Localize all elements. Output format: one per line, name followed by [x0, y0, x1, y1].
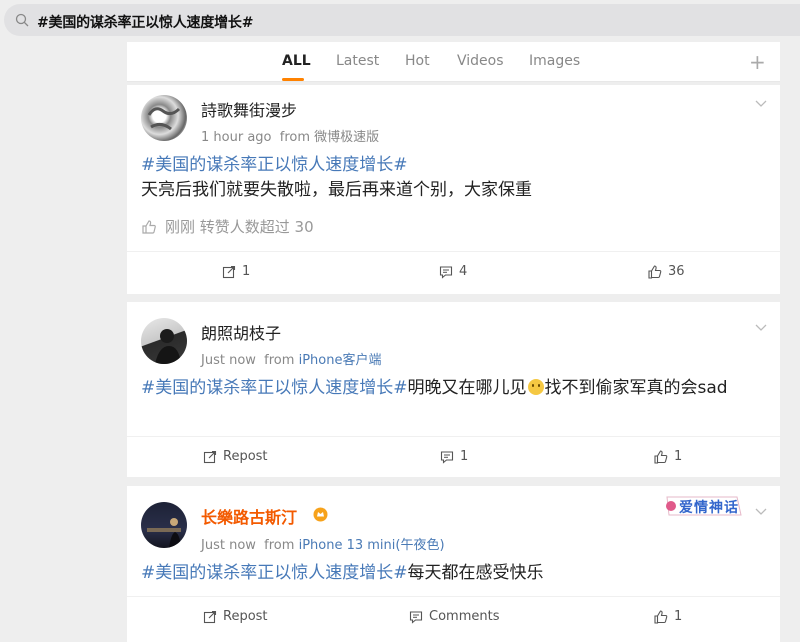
chevron-down-icon[interactable] [755, 508, 767, 516]
post-card: 朗照胡枝子 Just now from iPhone客户端 #美国的谋杀率正以惊… [127, 302, 780, 477]
thumbs-up-icon [648, 264, 662, 279]
repost-icon [222, 265, 236, 278]
search-input[interactable]: #美国的谋杀率正以惊人速度增长# [37, 12, 253, 32]
like-notice-text: 刚刚 转赞人数超过 30 [165, 218, 314, 236]
action-bar: Repost 1 1 [127, 436, 780, 476]
from-label: from [264, 353, 295, 368]
chevron-down-icon[interactable] [755, 324, 767, 332]
search-bar[interactable]: #美国的谋杀率正以惊人速度增长# [4, 4, 800, 36]
post-time: Just now [201, 538, 256, 553]
post-body-continued: 找不到偷家军真的会sad [544, 378, 728, 398]
repost-button[interactable]: 1 [222, 264, 250, 279]
comment-icon [440, 450, 454, 464]
like-count: 36 [668, 264, 685, 279]
tab-videos[interactable]: Videos [457, 53, 504, 69]
repost-button[interactable]: Repost [203, 449, 268, 464]
action-bar: Repost Comments 1 [127, 596, 780, 636]
comment-button[interactable]: 4 [439, 264, 467, 279]
repost-button[interactable]: Repost [203, 609, 268, 624]
post-body: 每天都在感受快乐 [407, 563, 544, 583]
repost-icon [203, 610, 217, 623]
comment-label: Comments [429, 609, 500, 624]
tab-latest[interactable]: Latest [336, 53, 379, 69]
post-meta: Just now from iPhone 13 mini(午夜色) [201, 534, 445, 553]
avatar[interactable] [141, 95, 187, 141]
like-button[interactable]: 36 [648, 264, 685, 279]
emoji-icon [527, 379, 544, 395]
post-source: iPhone客户端 [298, 353, 382, 368]
comment-icon [439, 265, 453, 279]
comment-count: 4 [459, 264, 468, 279]
post-card: 詩歌舞街漫步 1 hour ago from 微博极速版 #美国的谋杀率正以惊人… [127, 85, 780, 294]
comment-icon [409, 610, 423, 624]
comment-button[interactable]: 1 [440, 449, 468, 464]
post-text: #美国的谋杀率正以惊人速度增长# 天亮后我们就要失散啦，最后再来道个别，大家保重 [141, 153, 761, 203]
from-label: from [279, 130, 311, 145]
like-button[interactable]: 1 [654, 449, 682, 464]
tab-all[interactable]: ALL [282, 53, 311, 69]
tab-hot[interactable]: Hot [405, 53, 430, 69]
hashtag-link[interactable]: #美国的谋杀率正以惊人速度增长# [141, 378, 408, 398]
author-name[interactable]: 朗照胡枝子 [201, 320, 281, 344]
repost-label: Repost [223, 449, 268, 464]
search-icon [15, 13, 29, 27]
post-text: #美国的谋杀率正以惊人速度增长#明晚又在哪儿见 找不到偷家军真的会sad [141, 376, 761, 401]
active-tab-indicator [282, 78, 304, 81]
author-name[interactable]: 长樂路古斯汀 [201, 504, 297, 528]
like-count: 1 [674, 609, 683, 624]
repost-count: 1 [242, 264, 251, 279]
fan-badge-icon: 爱情神话 [663, 491, 743, 521]
hashtag-link[interactable]: #美国的谋杀率正以惊人速度增长# [141, 155, 408, 175]
post-time: 1 hour ago [201, 130, 272, 145]
post-body: 明晚又在哪儿见 [407, 378, 527, 398]
like-count: 1 [674, 449, 683, 464]
vip-crown-icon [313, 507, 328, 522]
avatar[interactable] [141, 318, 187, 364]
from-label: from [264, 538, 295, 553]
repost-label: Repost [223, 609, 268, 624]
post-source: iPhone 13 mini(午夜色) [298, 538, 445, 553]
post-body: 天亮后我们就要失散啦，最后再来道个别，大家保重 [141, 180, 532, 200]
comment-button[interactable]: Comments [409, 609, 499, 624]
repost-icon [203, 450, 217, 463]
tab-images[interactable]: Images [529, 53, 580, 69]
post-meta: 1 hour ago from 微博极速版 [201, 126, 379, 145]
like-button[interactable]: 1 [654, 609, 682, 624]
avatar[interactable] [141, 502, 187, 548]
author-name[interactable]: 詩歌舞街漫步 [201, 97, 297, 121]
fan-badge-text: 爱情神话 [679, 500, 739, 516]
post-source: 微博极速版 [314, 130, 380, 145]
post-time: Just now [201, 353, 256, 368]
thumbs-up-icon [142, 219, 156, 234]
tab-bar: ALL Latest Hot Videos Images + [127, 42, 780, 82]
hashtag-link[interactable]: #美国的谋杀率正以惊人速度增长# [141, 563, 408, 583]
post-meta: Just now from iPhone客户端 [201, 349, 381, 368]
thumbs-up-icon [654, 609, 668, 624]
post-text: #美国的谋杀率正以惊人速度增长#每天都在感受快乐 [141, 561, 761, 586]
comment-count: 1 [460, 449, 469, 464]
post-card: 长樂路古斯汀 爱情神话 Just now from iPhone 13 mini… [127, 486, 780, 642]
chevron-down-icon[interactable] [755, 100, 767, 108]
thumbs-up-icon [654, 449, 668, 464]
action-bar: 1 4 36 [127, 251, 780, 291]
add-tab-button[interactable]: + [749, 50, 766, 74]
like-notice: 刚刚 转赞人数超过 30 [141, 216, 314, 237]
